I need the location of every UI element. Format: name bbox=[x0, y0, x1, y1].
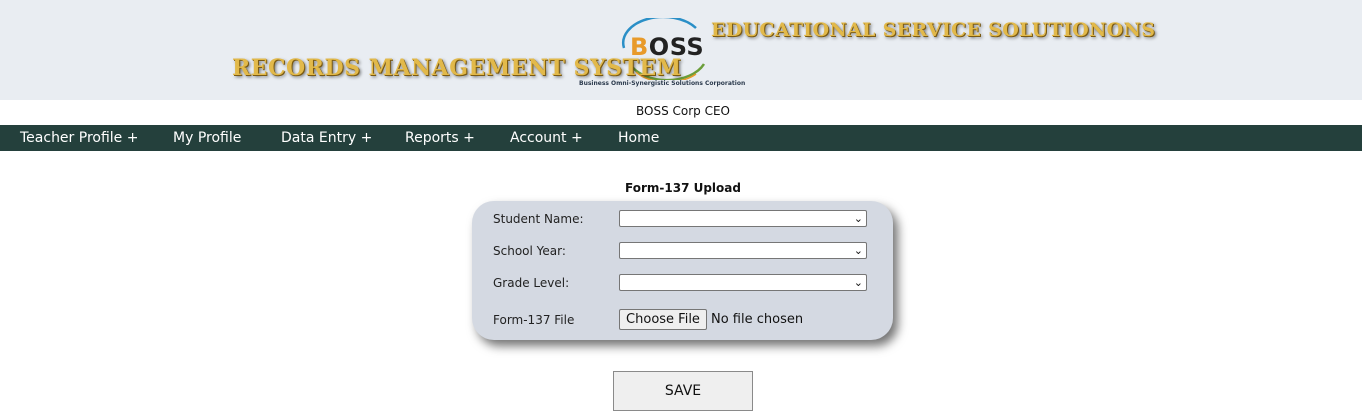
logo-caption: Business Omni-Synergistic Solutions Corp… bbox=[579, 80, 746, 87]
form-137-file-label: Form-137 File bbox=[493, 313, 575, 327]
grade-level-select[interactable]: ⌄ bbox=[619, 274, 867, 291]
current-user-label: BOSS Corp CEO bbox=[635, 104, 730, 118]
grade-level-label: Grade Level: bbox=[493, 276, 570, 290]
nav-item-teacher-profile[interactable]: Teacher Profile + bbox=[20, 125, 138, 151]
save-button[interactable]: SAVE bbox=[613, 371, 753, 411]
form-title: Form-137 Upload bbox=[625, 181, 741, 195]
upload-form-panel: Student Name: ⌄ School Year: ⌄ Grade Lev… bbox=[472, 201, 893, 340]
nav-item-account[interactable]: Account + bbox=[510, 125, 583, 151]
chevron-down-icon: ⌄ bbox=[853, 276, 863, 289]
nav-item-reports[interactable]: Reports + bbox=[405, 125, 475, 151]
nav-item-data-entry[interactable]: Data Entry + bbox=[281, 125, 372, 151]
nav-item-home[interactable]: Home bbox=[618, 125, 659, 151]
banner-title: RECORDS MANAGEMENT SYSTEM bbox=[232, 55, 682, 81]
choose-file-button[interactable]: Choose File bbox=[619, 309, 707, 330]
student-name-select[interactable]: ⌄ bbox=[619, 210, 867, 227]
file-status-text: No file chosen bbox=[711, 312, 804, 327]
header-banner: BOSS Business Omni-Synergistic Solutions… bbox=[0, 0, 1362, 100]
school-year-select[interactable]: ⌄ bbox=[619, 242, 867, 259]
student-name-label: Student Name: bbox=[493, 212, 584, 226]
banner-subtitle: EDUCATIONAL SERVICE SOLUTIONONS bbox=[711, 19, 1156, 41]
chevron-down-icon: ⌄ bbox=[853, 212, 863, 225]
school-year-label: School Year: bbox=[493, 244, 566, 258]
chevron-down-icon: ⌄ bbox=[853, 244, 863, 257]
main-nav: Teacher Profile + My Profile Data Entry … bbox=[0, 125, 1362, 151]
nav-item-my-profile[interactable]: My Profile bbox=[173, 125, 241, 151]
